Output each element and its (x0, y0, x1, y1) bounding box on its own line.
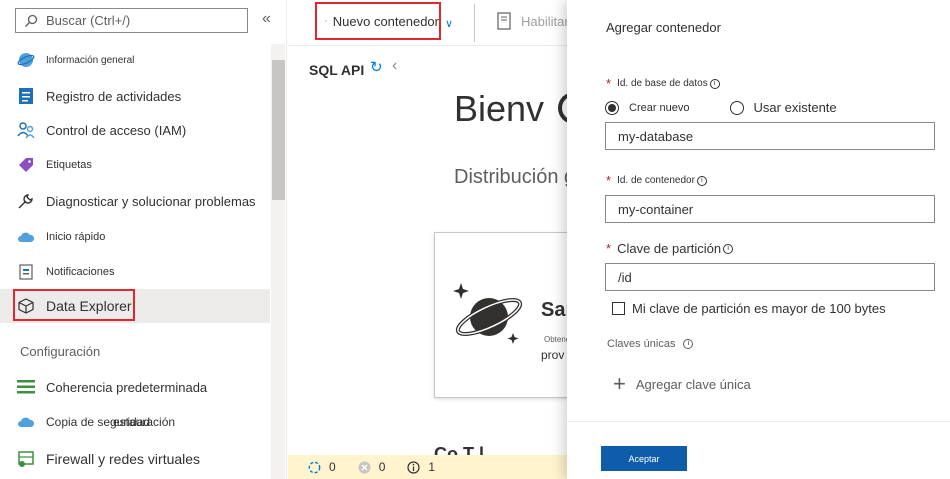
large-partition-key-label: Mi clave de partición es mayor de 100 by… (632, 301, 886, 316)
activity-log-icon (17, 87, 35, 105)
error-icon (358, 461, 371, 473)
partition-key-label: * Clave de partición i (606, 241, 734, 256)
add-container-panel: Agregar contenedor * Id. de base de dato… (567, 0, 950, 479)
large-partition-key-option: Mi clave de partición es mayor de 100 by… (605, 301, 886, 316)
container-id-input[interactable]: my-container (605, 195, 935, 223)
chevron-left-icon[interactable]: ‹ (392, 57, 397, 75)
required-asterisk: * (606, 173, 612, 188)
sidebar-item-diagnose[interactable]: Diagnosticar y solucionar problemas (0, 184, 270, 218)
database-id-label: * Id. de base de datos i (606, 76, 720, 91)
enable-label: Habilitar (521, 13, 569, 29)
radio-create-new[interactable] (605, 100, 619, 115)
notebook-icon (497, 12, 511, 30)
database-id-label-text: Id. de base de datos (617, 78, 708, 89)
wrench-icon (17, 192, 35, 210)
status-info-count: 1 (428, 460, 436, 474)
card-description: prov (541, 348, 565, 362)
sample-card[interactable]: Sar Obtener prov (434, 232, 574, 398)
sidebar-item-label: Diagnosticar y solucionar problemas (46, 193, 256, 209)
large-partition-key-checkbox[interactable] (612, 302, 625, 315)
ok-button[interactable]: Aceptar (601, 446, 687, 471)
container-id-label-text: Id. de contenedor (617, 175, 695, 186)
refresh-icon[interactable]: ↻ (370, 58, 383, 76)
search-box[interactable]: Buscar (Ctrl+/) (15, 8, 248, 33)
collapse-menu-icon[interactable]: « (262, 10, 271, 28)
new-container-label: Nuevo contenedor (332, 13, 439, 29)
sidebar-item-label: Etiquetas (46, 159, 92, 171)
required-asterisk: * (606, 241, 612, 256)
api-label: SQL API (309, 62, 365, 78)
sidebar-item-tags[interactable]: Etiquetas (0, 148, 270, 182)
container-id-label: * Id. de contenedor i (606, 173, 707, 188)
sidebar-item-activity-log[interactable]: Registro de actividades (0, 79, 270, 113)
sidebar-item-default-consistency[interactable]: Coherencia predeterminada (0, 370, 270, 404)
plus-icon: + (613, 371, 626, 396)
status-bar: 0 0 1 (288, 455, 568, 479)
sidebar-item-iam[interactable]: Control de acceso (IAM) (0, 113, 270, 147)
search-icon (25, 14, 38, 27)
status-error-count: 0 (378, 460, 386, 474)
sidebar-item-notifications[interactable]: Notificaciones (0, 255, 270, 289)
status-pending[interactable]: 0 (308, 460, 336, 474)
sidebar-item-label-overlay: estauración (113, 415, 176, 429)
info-icon[interactable]: i (723, 243, 734, 254)
command-bar: Nuevo contenedor ∨ Habilitar (288, 0, 569, 46)
cosmos-overview-icon (17, 51, 35, 69)
sidebar-item-label: Inicio rápido (46, 231, 106, 243)
sidebar-item-label: Firewall y redes virtuales (46, 451, 201, 467)
unique-keys-label: Claves únicas i (607, 338, 694, 350)
tag-icon (17, 156, 35, 174)
sidebar-item-quickstart[interactable]: Inicio rápido (0, 220, 270, 254)
sidebar-item-label: Información general (46, 54, 135, 66)
unique-keys-label-text: Claves únicas (607, 338, 676, 350)
radio-use-existing-label: Usar existente (753, 100, 837, 115)
status-errors[interactable]: 0 (358, 460, 386, 474)
spinner-icon (308, 461, 321, 473)
cloud-quickstart-icon (17, 228, 35, 246)
highlight-box (13, 289, 135, 321)
data-explorer-main: Nuevo contenedor ∨ Habilitar SQL API ↻ ‹… (288, 0, 611, 479)
partition-key-label-text: Clave de partición (617, 241, 722, 256)
status-info[interactable]: 1 (407, 460, 435, 474)
add-unique-key-button[interactable]: + Agregar clave única (613, 373, 751, 395)
cosmos-planet-icon (453, 283, 523, 344)
firewall-icon (17, 450, 35, 468)
sidebar-item-label: Registro de actividades (46, 88, 182, 104)
chevron-down-icon[interactable]: ∨ (445, 17, 453, 30)
info-icon[interactable]: i (683, 339, 694, 349)
partition-key-input[interactable]: /id (605, 263, 935, 291)
radio-create-new-label: Crear nuevo (629, 101, 690, 114)
database-id-input[interactable]: my-database (605, 122, 935, 150)
database-mode-radio-group: Crear nuevo Usar existente (605, 100, 877, 115)
sidebar-item-backup[interactable]: Copia de seguridad estauración (0, 405, 270, 439)
sidebar-scroll-thumb[interactable] (272, 60, 285, 200)
status-pending-count: 0 (329, 460, 336, 474)
enable-button[interactable]: Habilitar (497, 12, 569, 30)
new-container-button[interactable]: Nuevo contenedor (315, 2, 441, 40)
sidebar-item-label: Control de acceso (IAM) (46, 122, 187, 138)
panel-title: Agregar contenedor (606, 20, 721, 35)
bars-icon (17, 378, 35, 396)
cloud-backup-icon (17, 413, 35, 431)
search-placeholder: Buscar (Ctrl+/) (46, 13, 131, 28)
resource-menu: Buscar (Ctrl+/) « Información general Re… (0, 0, 287, 479)
welcome-heading: Bienv (454, 88, 545, 129)
notification-icon (17, 263, 35, 281)
sidebar-item-firewall[interactable]: Firewall y redes virtuales (0, 442, 270, 476)
iam-people-icon (17, 121, 35, 139)
section-header-configuration: Configuración (20, 344, 101, 359)
toolbar-divider (474, 4, 475, 42)
sidebar-item-label: Coherencia predeterminada (46, 379, 208, 395)
sidebar-item-overview[interactable]: Información general (0, 43, 270, 77)
required-asterisk: * (606, 76, 612, 91)
panel-footer-divider (567, 421, 950, 422)
info-icon[interactable]: i (696, 175, 707, 186)
info-icon (407, 460, 420, 474)
add-unique-key-label: Agregar clave única (635, 376, 751, 392)
info-icon[interactable]: i (709, 78, 720, 89)
new-container-icon (325, 20, 327, 22)
radio-use-existing[interactable] (729, 100, 744, 115)
sidebar-item-label: Notificaciones (46, 266, 115, 278)
